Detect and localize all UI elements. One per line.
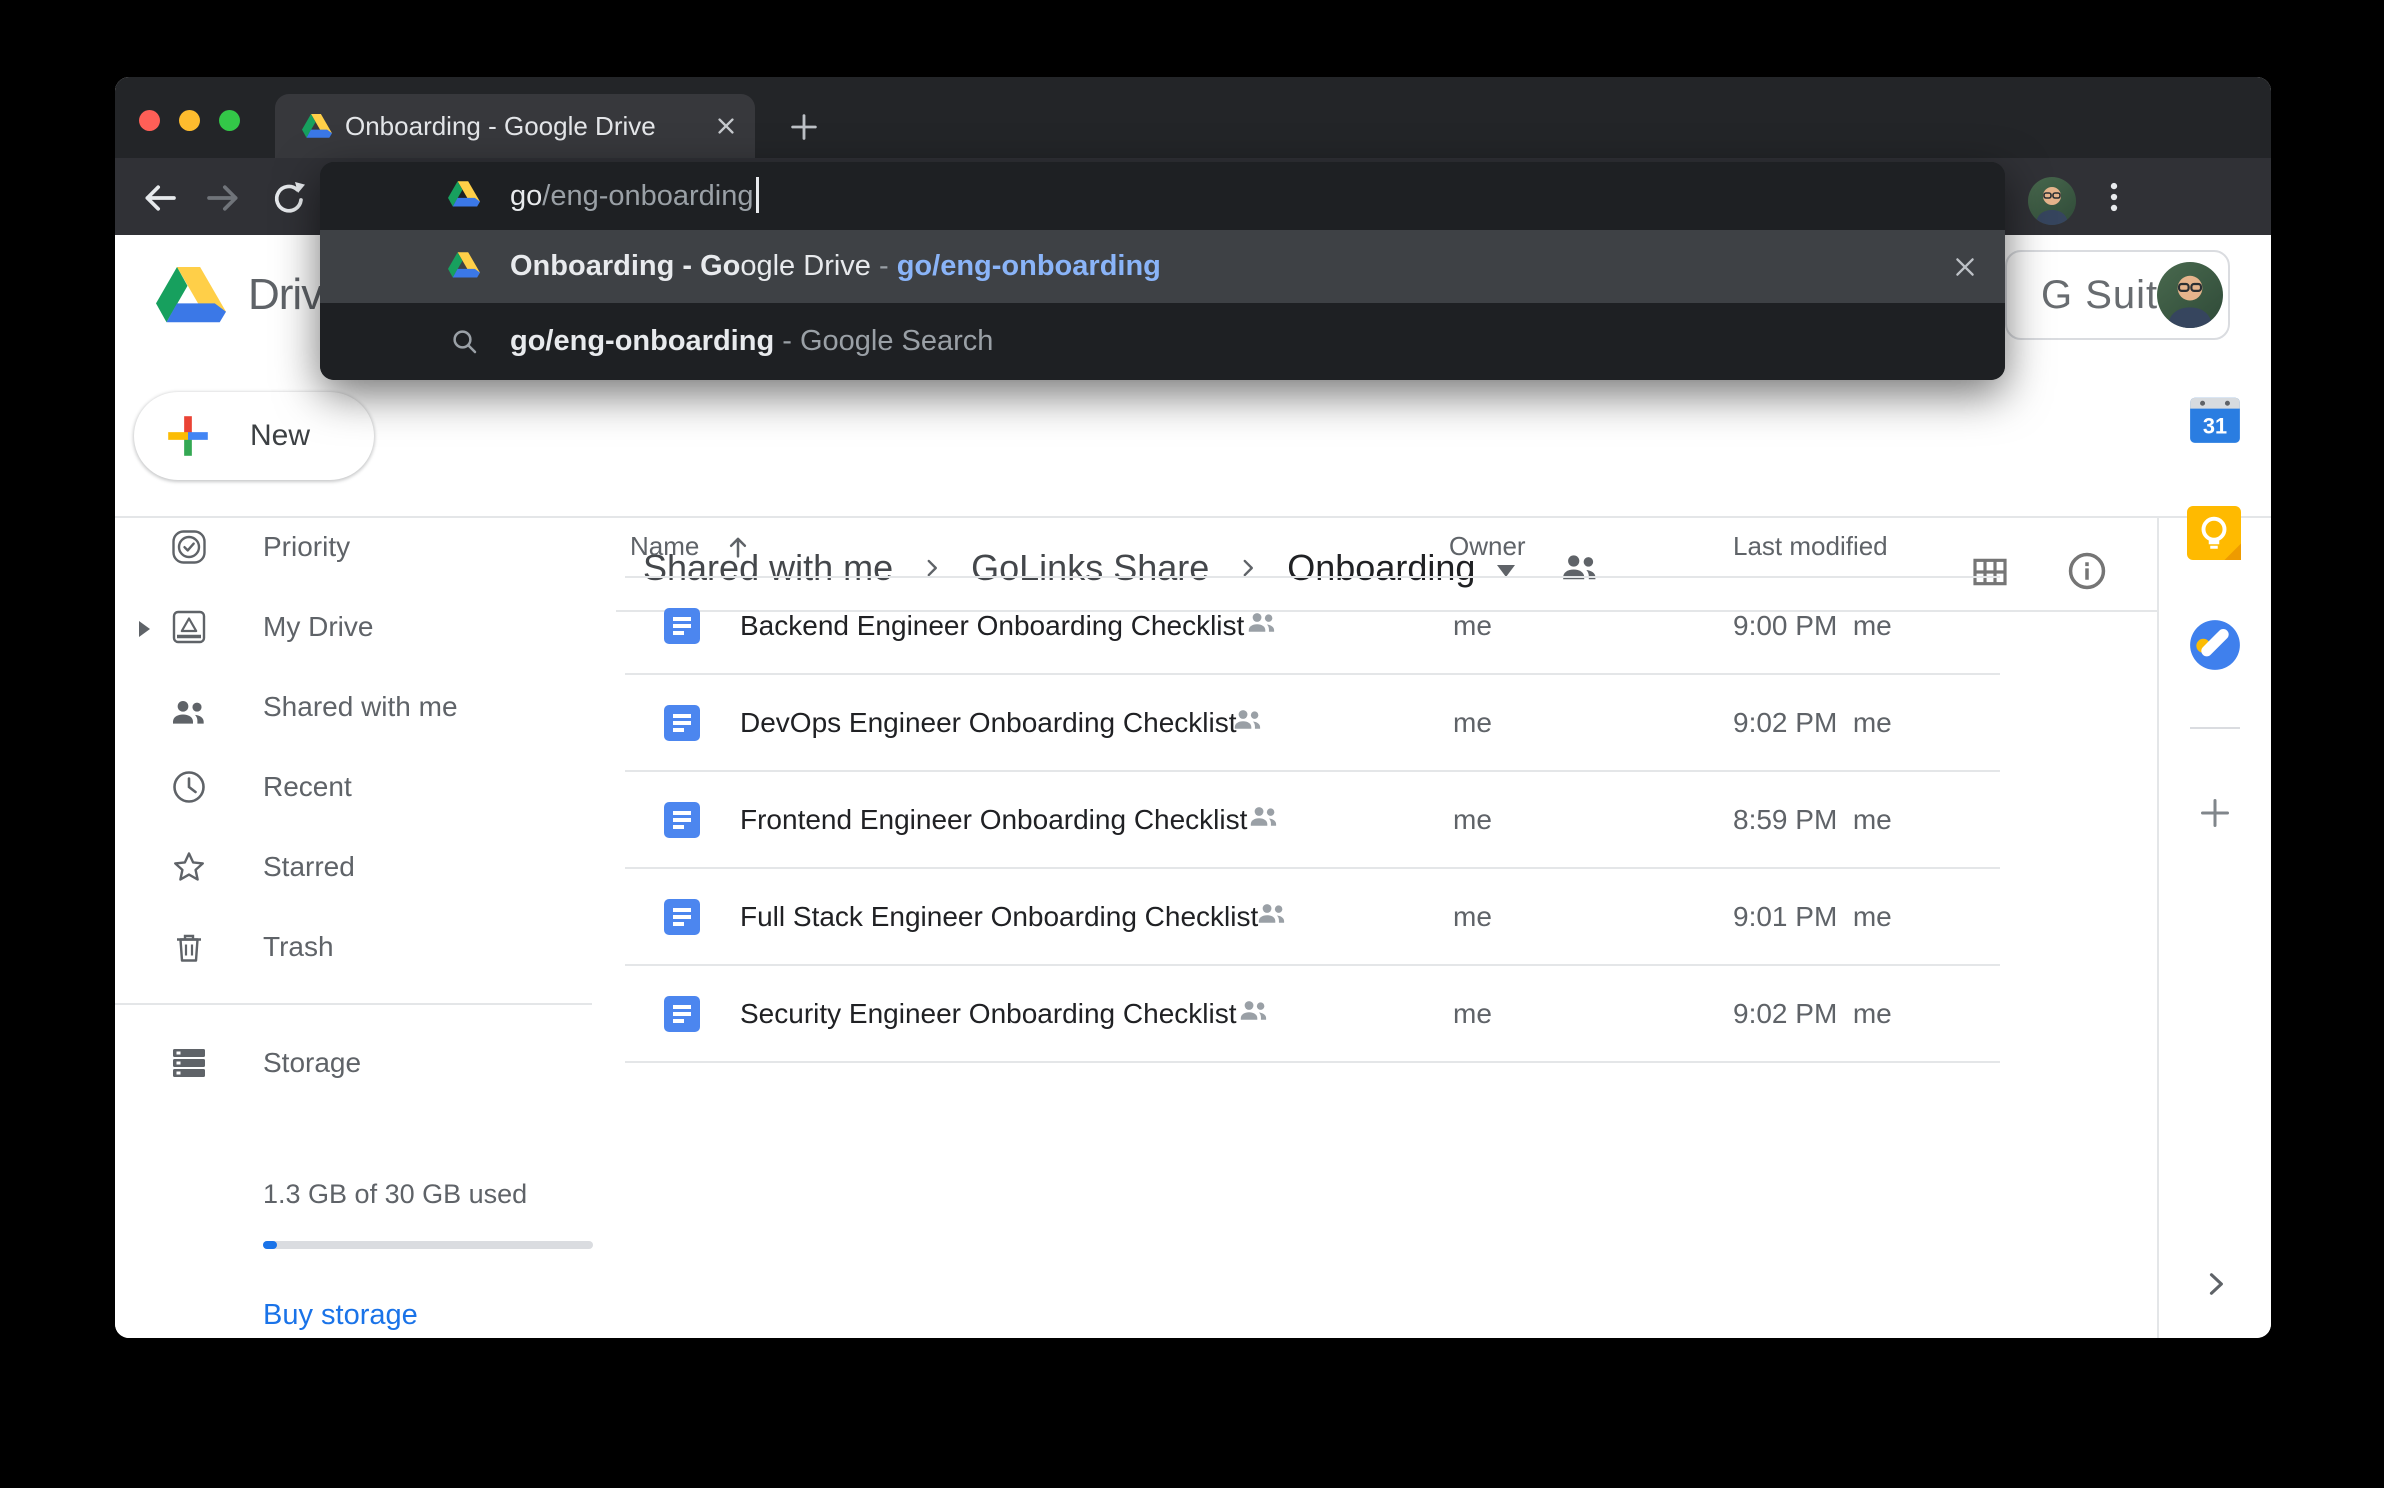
browser-profile-avatar[interactable] xyxy=(2028,177,2076,225)
suggestion-drive-result[interactable]: Onboarding - Google Drive - go/eng-onboa… xyxy=(320,230,2005,303)
shared-indicator-icon xyxy=(1233,709,1263,731)
shared-indicator-icon xyxy=(1249,806,1279,828)
file-modified: 9:01 PM me xyxy=(1733,869,1892,965)
drive-favicon-icon xyxy=(448,252,480,278)
sidebar-item-shared-with-me[interactable]: Shared with me xyxy=(115,667,585,747)
column-header-last-modified[interactable]: Last modified xyxy=(1733,516,1888,576)
browser-window: Onboarding - Google Drive Drive xyxy=(115,77,2271,1338)
google-docs-icon xyxy=(664,705,700,741)
file-owner: me xyxy=(1453,966,1492,1062)
tab-close-icon[interactable] xyxy=(715,115,737,137)
my-drive-icon xyxy=(171,609,207,645)
desktop-background: Onboarding - Google Drive Drive xyxy=(0,0,2384,1488)
suggestion-google-search[interactable]: go/eng-onboarding - Google Search xyxy=(320,303,2005,380)
sidebar-item-my-drive[interactable]: My Drive xyxy=(115,587,585,667)
tasks-icon xyxy=(2187,617,2243,673)
new-plus-icon xyxy=(166,414,210,458)
get-add-ons-plus-button[interactable] xyxy=(2195,793,2235,833)
trash-icon xyxy=(171,929,207,965)
shared-indicator-icon xyxy=(1239,1000,1269,1022)
svg-text:31: 31 xyxy=(2203,414,2227,439)
file-modified: 8:59 PM me xyxy=(1733,772,1892,868)
shared-with-me-icon xyxy=(171,695,207,731)
expand-my-drive-icon[interactable] xyxy=(139,621,150,637)
file-row[interactable]: Full Stack Engineer Onboarding Checklist… xyxy=(625,869,2000,965)
account-avatar[interactable] xyxy=(2157,262,2223,328)
file-owner: me xyxy=(1453,578,1492,674)
buy-storage-link[interactable]: Buy storage xyxy=(263,1299,418,1332)
storage-usage-text: 1.3 GB of 30 GB used xyxy=(263,1179,527,1210)
search-icon xyxy=(450,327,480,357)
drive-favicon-icon xyxy=(448,181,480,207)
side-panel-icons-divider xyxy=(2190,727,2240,729)
storage-icon xyxy=(171,1045,207,1081)
google-docs-icon xyxy=(664,802,700,838)
drive-favicon-icon xyxy=(302,114,332,138)
keep-icon xyxy=(2187,506,2241,560)
close-window-button[interactable] xyxy=(139,110,160,131)
file-row[interactable]: DevOps Engineer Onboarding Checklist me … xyxy=(625,675,2000,771)
side-panel-divider xyxy=(2157,516,2159,1338)
google-docs-icon xyxy=(664,899,700,935)
file-owner: me xyxy=(1453,675,1492,771)
tab-title: Onboarding - Google Drive xyxy=(345,94,656,158)
minimize-window-button[interactable] xyxy=(179,110,200,131)
sidebar-item-recent[interactable]: Recent xyxy=(115,747,585,827)
sidebar-divider xyxy=(115,1003,592,1005)
google-docs-icon xyxy=(664,608,700,644)
omnibox-url-row[interactable]: go/eng-onboarding xyxy=(320,162,2005,230)
storage-progress-fill xyxy=(263,1241,277,1249)
shared-indicator-icon xyxy=(1247,612,1277,634)
starred-star-icon xyxy=(171,849,207,885)
window-titlebar[interactable]: Onboarding - Google Drive xyxy=(115,77,2271,158)
google-drive-page: Drive G Suite New Priority My Drive xyxy=(115,235,2271,1338)
new-button-label: New xyxy=(250,392,310,480)
sidebar-item-trash[interactable]: Trash xyxy=(115,907,585,987)
remove-suggestion-close-icon[interactable] xyxy=(1952,254,1978,280)
shared-indicator-icon xyxy=(1257,903,1287,925)
new-tab-button[interactable] xyxy=(787,110,821,144)
file-modified: 9:00 PM me xyxy=(1733,578,1892,674)
new-button[interactable]: New xyxy=(134,392,374,480)
calendar-app-button[interactable]: 31 xyxy=(2187,390,2243,446)
priority-icon xyxy=(171,529,207,565)
calendar-icon: 31 xyxy=(2187,390,2243,446)
column-header-name[interactable]: Name xyxy=(630,516,699,576)
file-row[interactable]: Frontend Engineer Onboarding Checklist m… xyxy=(625,772,2000,868)
google-docs-icon xyxy=(664,996,700,1032)
tasks-app-button[interactable] xyxy=(2187,617,2243,673)
collapse-side-panel-chevron-icon[interactable] xyxy=(2198,1267,2232,1301)
column-header-owner[interactable]: Owner xyxy=(1449,516,1526,576)
keep-app-button[interactable] xyxy=(2187,506,2241,560)
zoom-window-button[interactable] xyxy=(219,110,240,131)
sidebar-item-starred[interactable]: Starred xyxy=(115,827,585,907)
back-button[interactable] xyxy=(139,178,179,218)
gsuite-account-chip[interactable]: G Suite xyxy=(2005,250,2230,340)
google-drive-logo-icon xyxy=(156,267,226,323)
forward-button[interactable] xyxy=(204,178,244,218)
sort-ascending-arrow-icon[interactable] xyxy=(723,532,753,562)
file-row[interactable]: Security Engineer Onboarding Checklist m… xyxy=(625,966,2000,1062)
storage-progress-bar xyxy=(263,1241,593,1249)
sidebar-item-priority[interactable]: Priority xyxy=(115,507,585,587)
file-row[interactable]: Backend Engineer Onboarding Checklist me… xyxy=(625,578,2000,674)
recent-clock-icon xyxy=(171,769,207,805)
sidebar-item-storage[interactable]: Storage xyxy=(115,1023,585,1103)
file-owner: me xyxy=(1453,869,1492,965)
file-modified: 9:02 PM me xyxy=(1733,966,1892,1062)
info-button[interactable] xyxy=(2066,550,2108,592)
text-caret xyxy=(756,177,759,213)
file-modified: 9:02 PM me xyxy=(1733,675,1892,771)
browser-menu-kebab-icon[interactable] xyxy=(2099,180,2129,214)
file-owner: me xyxy=(1453,772,1492,868)
omnibox-input[interactable]: go/eng-onboarding xyxy=(510,162,759,230)
omnibox-dropdown: go/eng-onboarding Onboarding - Google Dr… xyxy=(320,162,2005,380)
browser-tab[interactable]: Onboarding - Google Drive xyxy=(275,94,755,158)
reload-button[interactable] xyxy=(269,178,309,218)
